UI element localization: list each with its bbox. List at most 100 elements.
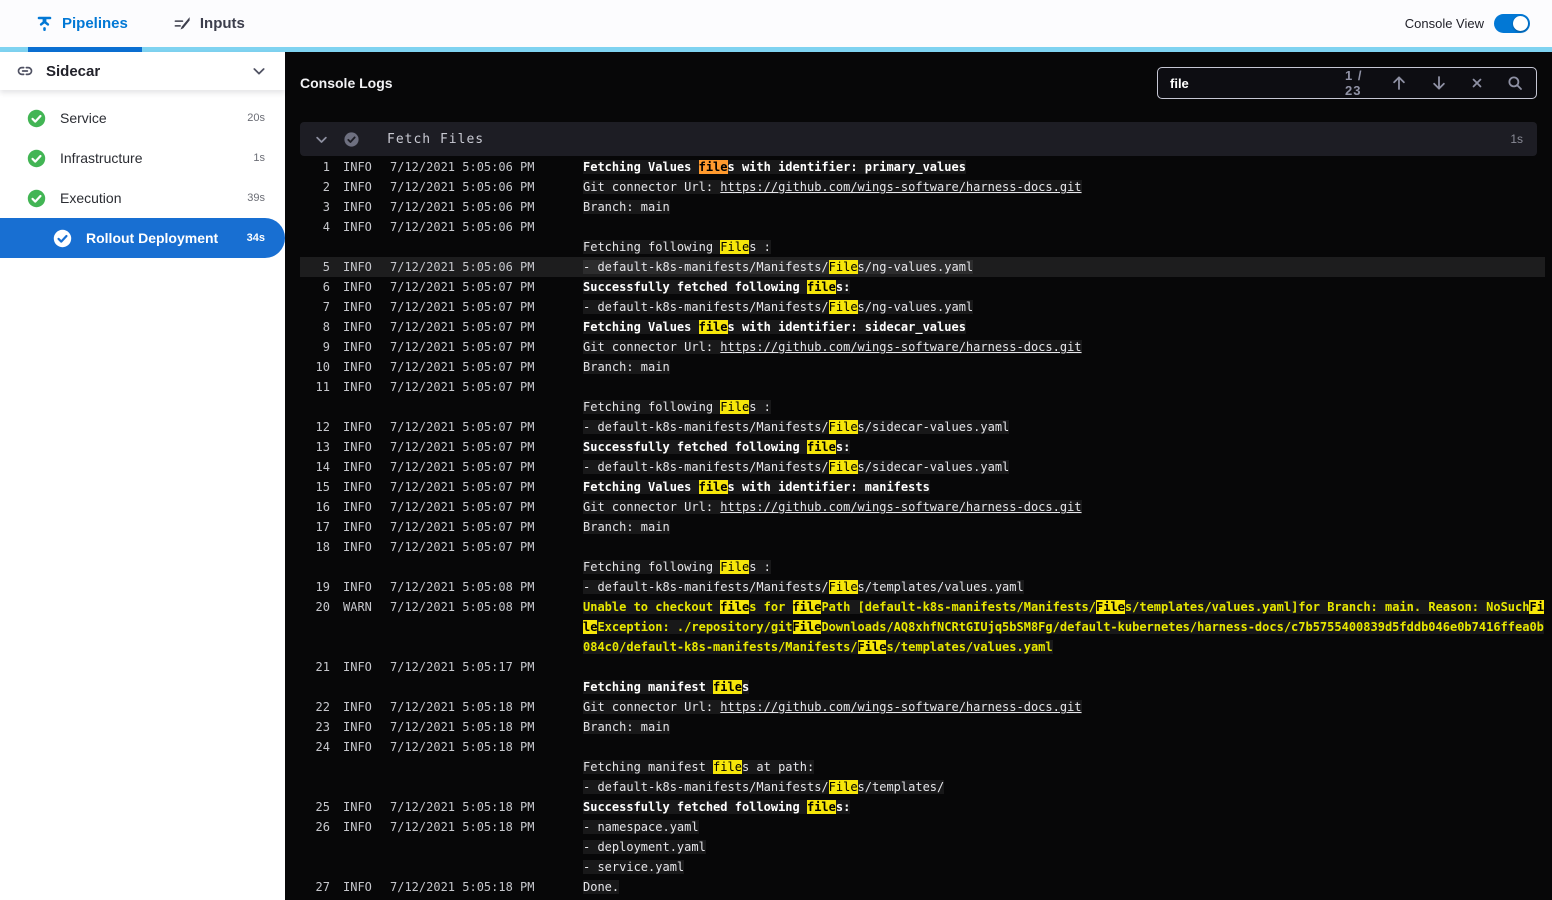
- log-row[interactable]: 8 INFO 7/12/2021 5:05:07 PM Fetching Values…: [300, 317, 1545, 337]
- log-row[interactable]: 18 INFO 7/12/2021 5:05:07 PM: [300, 537, 1545, 557]
- log-row[interactable]: 13 INFO 7/12/2021 5:05:07 PM Successfully f…: [300, 437, 1545, 457]
- log-timestamp: 7/12/2021 5:05:07 PM: [390, 520, 535, 534]
- search-match: File: [828, 300, 858, 314]
- log-row[interactable]: 5 INFO 7/12/2021 5:05:06 PM - default-k8s-m…: [300, 257, 1545, 277]
- log-row[interactable]: 14 INFO 7/12/2021 5:05:07 PM - default-k8s-…: [300, 457, 1545, 477]
- step-duration: 34s: [246, 232, 265, 244]
- clear-search-icon[interactable]: [1470, 76, 1484, 90]
- search-input[interactable]: [1170, 75, 1345, 91]
- log-row[interactable]: Fetching manifest files: [300, 677, 1545, 697]
- log-message: Branch: main: [583, 717, 1545, 737]
- log-row[interactable]: 16 INFO 7/12/2021 5:05:07 PM Git connector …: [300, 497, 1545, 517]
- sidebar-step-execution[interactable]: Execution 39s: [0, 178, 285, 218]
- search-match-count: 1 / 23: [1345, 68, 1363, 98]
- log-message: - service.yaml: [583, 857, 1545, 877]
- log-level: INFO: [343, 340, 372, 354]
- log-row[interactable]: 7 INFO 7/12/2021 5:05:07 PM - default-k8s-m…: [300, 297, 1545, 317]
- sidebar-step-rollout-deployment[interactable]: Rollout Deployment 34s: [0, 218, 285, 258]
- log-level: INFO: [343, 660, 372, 674]
- step-label: Rollout Deployment: [86, 230, 219, 246]
- log-row[interactable]: 24 INFO 7/12/2021 5:05:18 PM: [300, 737, 1545, 757]
- log-row[interactable]: 22 INFO 7/12/2021 5:05:18 PM Git connector …: [300, 697, 1545, 717]
- console-view-toggle[interactable]: [1494, 14, 1530, 33]
- log-link[interactable]: https://github.com/wings-software/harnes…: [720, 500, 1082, 514]
- log-line-number: 15: [315, 480, 330, 494]
- log-message: - namespace.yaml: [583, 817, 1545, 837]
- log-row[interactable]: Fetching following Files :: [300, 237, 1545, 257]
- search-match: file: [698, 480, 728, 494]
- log-level: INFO: [343, 280, 372, 294]
- sidebar-step-infrastructure[interactable]: Infrastructure 1s: [0, 138, 285, 178]
- log-row[interactable]: 17 INFO 7/12/2021 5:05:07 PM Branch: main: [300, 517, 1545, 537]
- log-row[interactable]: 3 INFO 7/12/2021 5:05:06 PM Branch: main: [300, 197, 1545, 217]
- log-row[interactable]: - service.yaml: [300, 857, 1545, 877]
- search-match: File: [720, 560, 750, 574]
- log-message: - default-k8s-manifests/Manifests/Files/…: [583, 457, 1545, 477]
- log-message: - default-k8s-manifests/Manifests/Files/…: [583, 297, 1545, 317]
- search-match: File: [792, 620, 822, 634]
- search-match: file: [792, 600, 822, 614]
- log-link[interactable]: https://github.com/wings-software/harnes…: [720, 700, 1082, 714]
- log-row[interactable]: 25 INFO 7/12/2021 5:05:18 PM Successfully f…: [300, 797, 1545, 817]
- log-row[interactable]: Fetching manifest files at path:: [300, 757, 1545, 777]
- log-line-number: 21: [315, 660, 330, 674]
- log-timestamp: 7/12/2021 5:05:07 PM: [390, 320, 535, 334]
- log-row[interactable]: 10 INFO 7/12/2021 5:05:07 PM Branch: main: [300, 357, 1545, 377]
- log-line-number: 2: [322, 180, 330, 194]
- log-message: Fetching manifest files: [583, 677, 1545, 697]
- log-message: Branch: main: [583, 357, 1545, 377]
- search-icon[interactable]: [1506, 74, 1524, 92]
- success-check-icon: [27, 189, 46, 208]
- console-header: Console Logs 1 / 23: [285, 52, 1552, 114]
- log-row[interactable]: 1 INFO 7/12/2021 5:05:06 PM Fetching Values…: [300, 157, 1545, 177]
- tab-pipelines[interactable]: Pipelines: [35, 14, 128, 33]
- search-match: file: [806, 800, 836, 814]
- log-message: Git connector Url: https://github.com/wi…: [583, 337, 1545, 357]
- log-row[interactable]: 6 INFO 7/12/2021 5:05:07 PM Successfully fe…: [300, 277, 1545, 297]
- search-match: File: [720, 240, 750, 254]
- log-row[interactable]: 9 INFO 7/12/2021 5:05:07 PM Git connector U…: [300, 337, 1545, 357]
- stage-header[interactable]: Sidecar: [0, 52, 285, 90]
- log-timestamp: 7/12/2021 5:05:08 PM: [390, 580, 535, 594]
- log-row[interactable]: Fetching following Files :: [300, 397, 1545, 417]
- log-row[interactable]: 21 INFO 7/12/2021 5:05:17 PM: [300, 657, 1545, 677]
- log-row[interactable]: 19 INFO 7/12/2021 5:05:08 PM - default-k8s-…: [300, 577, 1545, 597]
- log-text: Branch: main: [583, 200, 670, 214]
- log-text: Git connector Url:: [583, 180, 721, 194]
- log-row[interactable]: 2 INFO 7/12/2021 5:05:06 PM Git connector U…: [300, 177, 1545, 197]
- chevron-down-icon[interactable]: [251, 63, 267, 79]
- tab-inputs[interactable]: Inputs: [173, 14, 245, 33]
- log-timestamp: 7/12/2021 5:05:18 PM: [390, 800, 535, 814]
- log-text: s/ng-values.yaml: [857, 300, 974, 314]
- log-row[interactable]: 23 INFO 7/12/2021 5:05:18 PM Branch: main: [300, 717, 1545, 737]
- log-row[interactable]: 26 INFO 7/12/2021 5:05:18 PM - namespace.ya…: [300, 817, 1545, 837]
- log-row[interactable]: 20 WARN 7/12/2021 5:05:08 PM Unable to chec…: [300, 597, 1545, 657]
- log-message: Git connector Url: https://github.com/wi…: [583, 697, 1545, 717]
- log-line-number: 24: [315, 740, 330, 754]
- log-row[interactable]: 27 INFO 7/12/2021 5:05:18 PM Done.: [300, 877, 1545, 897]
- log-row[interactable]: - default-k8s-manifests/Manifests/Files/…: [300, 777, 1545, 797]
- log-message: Branch: main: [583, 517, 1545, 537]
- log-timestamp: 7/12/2021 5:05:07 PM: [390, 300, 535, 314]
- log-level: INFO: [343, 800, 372, 814]
- log-level: WARN: [343, 600, 372, 614]
- log-link[interactable]: https://github.com/wings-software/harnes…: [720, 340, 1082, 354]
- sidebar-step-service[interactable]: Service 20s: [0, 98, 285, 138]
- log-row[interactable]: 12 INFO 7/12/2021 5:05:07 PM - default-k8s-…: [300, 417, 1545, 437]
- log-row[interactable]: 11 INFO 7/12/2021 5:05:07 PM: [300, 377, 1545, 397]
- prev-match-icon[interactable]: [1390, 74, 1408, 92]
- log-link[interactable]: https://github.com/wings-software/harnes…: [720, 180, 1082, 194]
- section-collapse-icon[interactable]: [314, 132, 329, 147]
- log-timestamp: 7/12/2021 5:05:18 PM: [390, 880, 535, 894]
- topbar: Pipelines Inputs Console View: [0, 0, 1552, 47]
- log-line-number: 26: [315, 820, 330, 834]
- log-row[interactable]: Fetching following Files :: [300, 557, 1545, 577]
- log-section-fetch-files[interactable]: Fetch Files 1s: [300, 122, 1537, 156]
- search-match: File: [828, 420, 858, 434]
- log-line-number: 14: [315, 460, 330, 474]
- log-row[interactable]: - deployment.yaml: [300, 837, 1545, 857]
- log-row[interactable]: 15 INFO 7/12/2021 5:05:07 PM Fetching Value…: [300, 477, 1545, 497]
- log-row[interactable]: 4 INFO 7/12/2021 5:05:06 PM: [300, 217, 1545, 237]
- next-match-icon[interactable]: [1430, 74, 1448, 92]
- log-message: Fetching Values files with identifier: m…: [583, 477, 1545, 497]
